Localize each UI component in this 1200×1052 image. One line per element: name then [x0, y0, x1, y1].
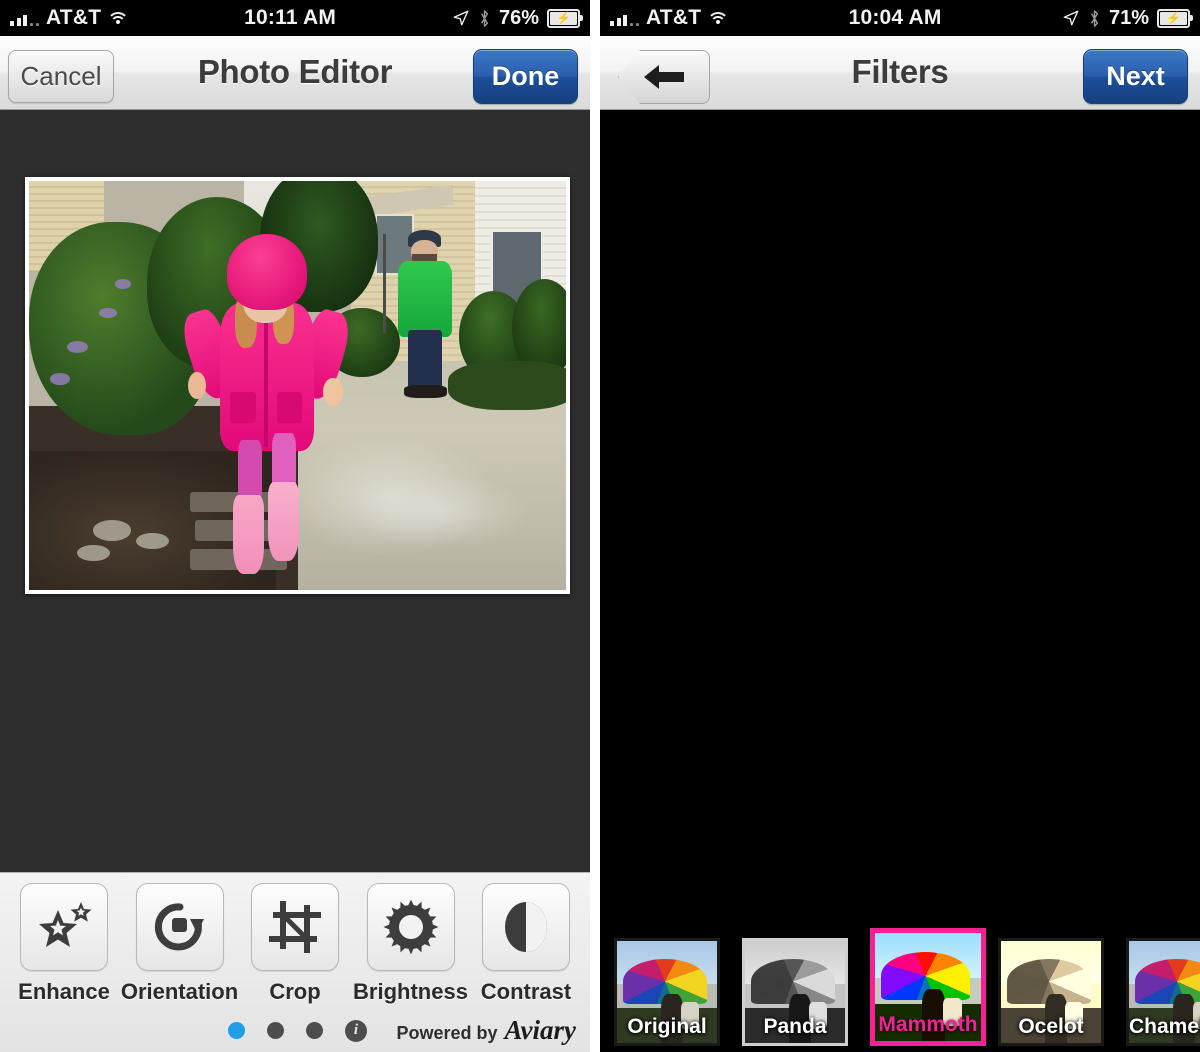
filter-label-original: Original	[627, 1015, 707, 1038]
tool-orientation[interactable]: Orientation	[121, 883, 238, 1005]
battery-percent-label: 76%	[498, 6, 539, 29]
status-bar-left-group-2: AT&T	[600, 6, 730, 30]
tool-label-brightness: Brightness	[353, 979, 468, 1004]
status-bar-right-group: 76% ⚡	[452, 7, 590, 30]
tool-list: Enhance Orientation Crop Brightness Cont…	[0, 873, 590, 1005]
filter-carousel[interactable]: Original Panda Mammoth Ocelot Chame	[600, 917, 1200, 1052]
crop-button[interactable]	[251, 883, 339, 971]
bluetooth-icon	[481, 9, 489, 27]
filter-item-mammoth[interactable]: Mammoth	[870, 928, 986, 1046]
contrast-circle-icon	[505, 902, 547, 952]
powered-by-aviary: Powered by Aviary	[396, 1015, 576, 1046]
nav-bar-right: Filters Next	[600, 36, 1200, 110]
filter-item-panda[interactable]: Panda	[742, 938, 858, 1046]
filter-label-mammoth: Mammoth	[878, 1013, 978, 1036]
status-bar-right: AT&T 10:04 AM 71% ⚡	[600, 0, 1200, 36]
aviary-brand-label: Aviary	[504, 1015, 576, 1045]
edited-photo[interactable]	[25, 177, 570, 594]
screenshot-stage: AT&T 10:11 AM 76% ⚡ Cancel Photo Editor …	[0, 0, 1200, 1052]
filter-thumb-chameleon[interactable]: Chameleon	[1126, 938, 1200, 1046]
tool-label-crop: Crop	[269, 979, 321, 1004]
page-dot-1[interactable]	[228, 1022, 245, 1039]
tool-brightness[interactable]: Brightness	[353, 883, 468, 1005]
rotate-icon	[154, 903, 204, 951]
filter-thumb-ocelot[interactable]: Ocelot	[998, 938, 1104, 1046]
next-button[interactable]: Next	[1083, 49, 1188, 104]
signal-bars-icon	[10, 11, 39, 26]
filter-item-original[interactable]: Original	[614, 938, 730, 1046]
nav-bar-left: Cancel Photo Editor Done	[0, 36, 590, 110]
filter-label-chameleon: Chameleon	[1129, 1015, 1200, 1038]
filters-screen: AT&T 10:04 AM 71% ⚡ Filters Next Origina…	[600, 0, 1200, 1052]
orientation-button[interactable]	[135, 883, 224, 971]
panel-divider	[590, 0, 600, 1052]
wifi-icon	[107, 11, 130, 26]
sun-icon	[383, 899, 438, 955]
battery-percent-label: 71%	[1108, 6, 1149, 29]
girl-in-pink-raincoat	[176, 234, 355, 578]
tool-label-orientation: Orientation	[120, 979, 239, 1004]
battery-charging-icon: ⚡	[547, 8, 583, 28]
filter-thumb-original[interactable]: Original	[614, 938, 720, 1046]
brightness-button[interactable]	[366, 883, 455, 971]
filter-item-ocelot[interactable]: Ocelot	[998, 938, 1114, 1046]
page-dot-3[interactable]	[306, 1022, 323, 1039]
signal-bars-icon	[610, 11, 639, 26]
editor-tool-tray: Enhance Orientation Crop Brightness Cont…	[0, 872, 590, 1052]
tray-footer: i Powered by Aviary	[0, 1015, 590, 1046]
filter-thumb-mammoth[interactable]: Mammoth	[870, 928, 986, 1046]
filter-label-panda: Panda	[763, 1015, 827, 1038]
battery-charging-icon: ⚡	[1157, 8, 1193, 28]
tool-enhance[interactable]: Enhance	[18, 883, 110, 1005]
powered-by-label: Powered by	[396, 1023, 498, 1043]
filter-item-chameleon[interactable]: Chameleon	[1126, 938, 1200, 1046]
photo-canvas-right[interactable]	[600, 111, 1200, 917]
bluetooth-icon	[1091, 9, 1099, 27]
status-bar-clock: 10:11 AM	[244, 6, 337, 29]
filter-label-ocelot: Ocelot	[1018, 1015, 1084, 1038]
location-arrow-icon	[453, 10, 469, 26]
carrier-label: AT&T	[46, 6, 102, 29]
tool-label-contrast: Contrast	[480, 979, 572, 1004]
enhance-button[interactable]	[20, 883, 108, 971]
photo-scene	[29, 181, 566, 590]
status-bar-left-group: AT&T	[0, 6, 130, 30]
man-in-background	[382, 230, 458, 402]
contrast-button[interactable]	[482, 883, 570, 971]
wifi-icon	[707, 11, 730, 26]
crop-icon	[269, 901, 321, 953]
stars-icon	[39, 902, 92, 947]
filter-thumb-panda[interactable]: Panda	[742, 938, 848, 1046]
info-button[interactable]: i	[345, 1019, 367, 1042]
tool-crop[interactable]: Crop	[249, 883, 341, 1005]
status-bar-clock: 10:04 AM	[848, 6, 942, 29]
carrier-label: AT&T	[646, 6, 702, 29]
location-arrow-icon	[1063, 10, 1079, 26]
page-indicator[interactable]: i	[228, 1019, 367, 1042]
page-dot-2[interactable]	[267, 1022, 284, 1039]
status-bar-left: AT&T 10:11 AM 76% ⚡	[0, 0, 590, 36]
done-button[interactable]: Done	[473, 49, 578, 104]
photo-editor-screen: AT&T 10:11 AM 76% ⚡ Cancel Photo Editor …	[0, 0, 590, 1052]
tool-label-enhance: Enhance	[18, 979, 110, 1004]
tool-contrast[interactable]: Contrast	[480, 883, 572, 1005]
status-bar-right-group-2: 71% ⚡	[1062, 7, 1200, 30]
